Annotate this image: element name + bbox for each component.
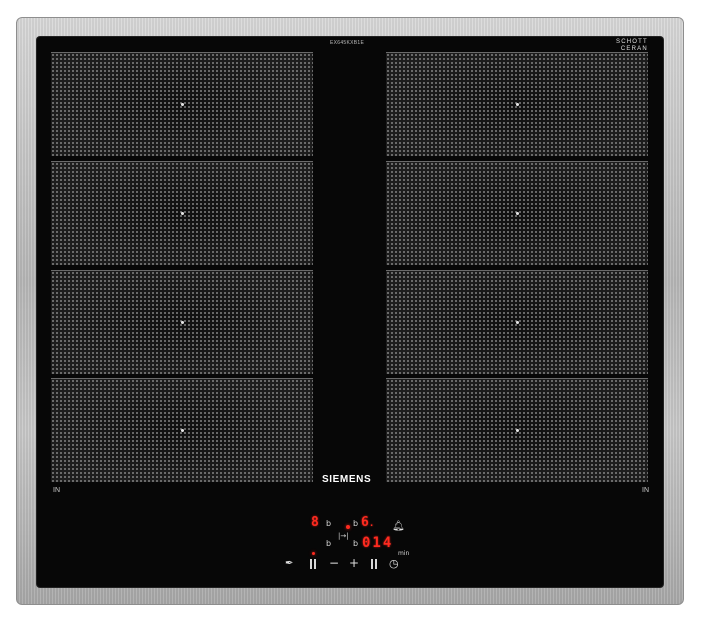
right-power-level-value: 6 [361,515,369,530]
flex-zone-icon[interactable]: |→| [338,532,349,540]
right-boost-indicator-bottom: b [353,539,359,548]
flex-active-indicator [346,525,350,529]
left-boost-indicator-bottom: b [326,539,332,548]
plus-button[interactable]: + [349,556,359,570]
induction-label-right: IN [642,487,649,494]
cooking-zone-right-4[interactable] [386,378,648,482]
model-code: EX645KXB1E [330,40,365,46]
zone-center-marker [516,429,519,432]
left-zone-select-indicator [312,552,315,555]
timer-display: 014 [362,535,394,551]
zone-center-marker [181,103,184,106]
right-power-level-display: 6. [361,515,374,530]
cooking-zone-left-2[interactable] [51,161,313,265]
cooking-zone-left-3[interactable] [51,270,313,374]
right-boost-indicator-top: b [353,519,359,528]
glass-brand-line-1: SCHOTT [616,39,648,45]
right-zone-select-button[interactable] [371,559,377,569]
glass-brand-logo: SCHOTT CERAN [616,39,648,53]
cooking-zone-right-2[interactable] [386,161,648,265]
left-zone-select-button[interactable] [310,559,316,569]
cooking-zone-left-4[interactable] [51,378,313,482]
glass-brand-line-2: CERAN [620,46,648,52]
zone-center-marker [181,429,184,432]
zone-center-marker [181,212,184,215]
right-power-level-suffix: . [368,519,375,529]
brand-logo: SIEMENS [322,474,372,485]
minus-button[interactable]: − [329,556,339,570]
child-lock-key-icon[interactable]: ✒ [285,558,293,569]
zone-center-marker [516,103,519,106]
zone-center-marker [181,321,184,324]
left-boost-indicator-top: b [326,519,332,528]
zone-center-marker [516,212,519,215]
cooking-zone-left-1[interactable] [51,52,313,156]
clock-icon[interactable]: ◷ [389,557,399,570]
bell-icon[interactable]: 🔔︎ [392,521,405,532]
zone-center-marker [516,321,519,324]
induction-label-left: IN [53,487,60,494]
left-power-level-display: 8 [311,515,319,530]
timer-unit-label: min [398,550,410,557]
cooking-zone-right-1[interactable] [386,52,648,156]
cooking-zone-right-3[interactable] [386,270,648,374]
